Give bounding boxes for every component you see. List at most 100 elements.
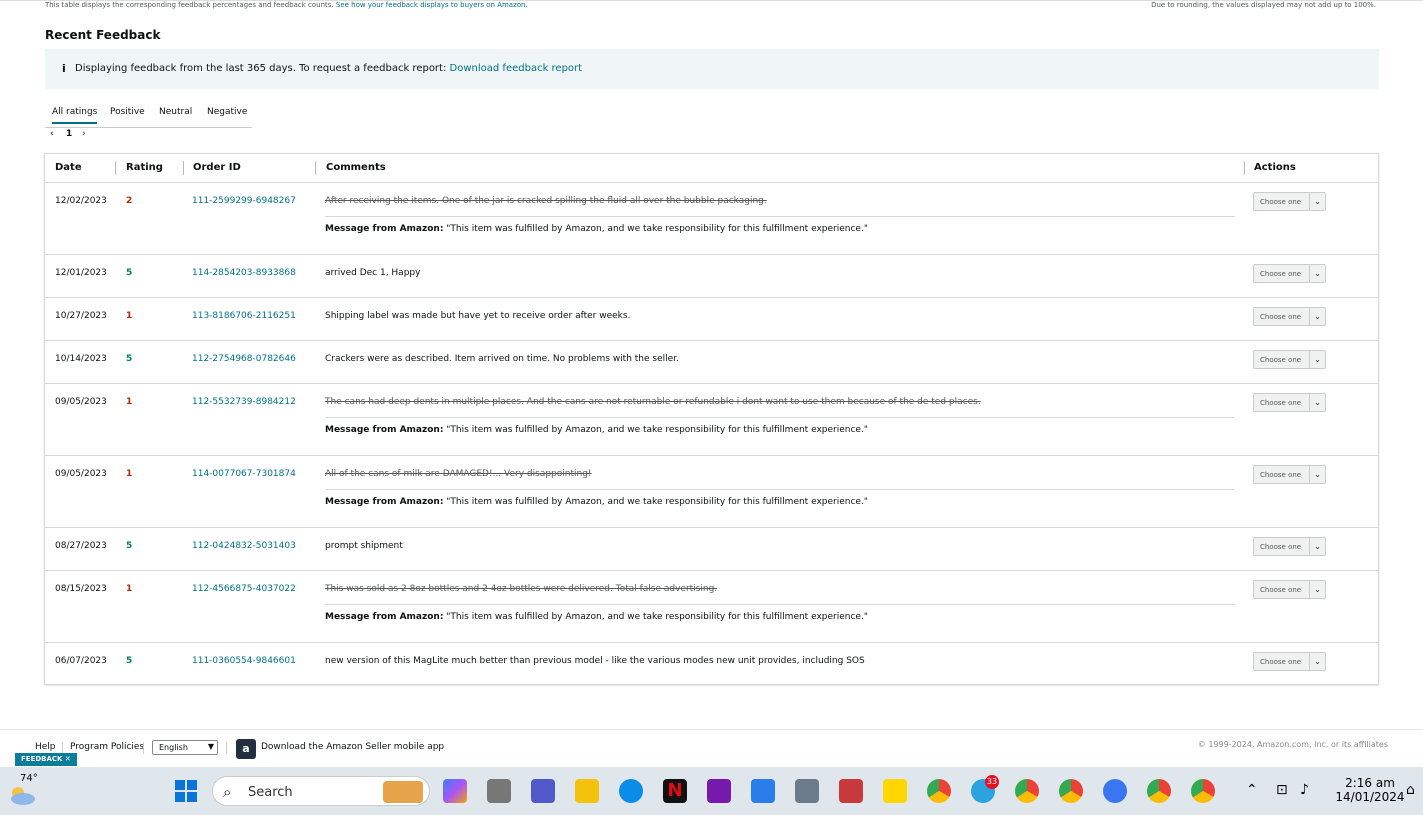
network-icon[interactable]: ⊡ bbox=[1276, 782, 1288, 798]
chevron-down-icon: ⌄ bbox=[1309, 581, 1325, 598]
language-select[interactable]: English ▼ bbox=[152, 740, 218, 755]
amazon-message: Message from Amazon: "This item was fulf… bbox=[325, 224, 868, 234]
calculator-icon[interactable] bbox=[795, 779, 819, 803]
action-select[interactable]: Choose one ⌄ bbox=[1253, 537, 1326, 556]
page: This table displays the corresponding fe… bbox=[0, 0, 1423, 815]
download-app-link[interactable]: Download the Amazon Seller mobile app bbox=[261, 742, 444, 752]
snipping-tool-icon[interactable] bbox=[839, 779, 863, 803]
netflix-icon[interactable]: N bbox=[663, 779, 687, 803]
taskbar: 74° ⌕ Search N 33 ⌃ ⊡ ♪ 2:16 am 14/01/20… bbox=[0, 767, 1423, 815]
info-text: Displaying feedback from the last 365 da… bbox=[75, 63, 582, 74]
action-select[interactable]: Choose one ⌄ bbox=[1253, 393, 1326, 412]
row-rating: 1 bbox=[126, 397, 133, 407]
action-select[interactable]: Choose one ⌄ bbox=[1253, 580, 1326, 599]
chrome-profile-3-icon[interactable] bbox=[1147, 779, 1171, 803]
notepad-icon[interactable] bbox=[751, 779, 775, 803]
feedback-table: Date Rating Order ID Comments Actions 12… bbox=[44, 153, 1379, 685]
row-date: 10/14/2023 bbox=[55, 354, 107, 364]
volume-icon[interactable]: ♪ bbox=[1300, 782, 1309, 798]
tab-all-ratings[interactable]: All ratings bbox=[52, 107, 98, 124]
row-date: 12/02/2023 bbox=[55, 196, 107, 206]
order-id-link[interactable]: 112-0424832-5031403 bbox=[192, 541, 296, 551]
sticky-notes-icon[interactable] bbox=[883, 779, 907, 803]
clock[interactable]: 2:16 am 14/01/2024 bbox=[1335, 776, 1405, 804]
clock-time: 2:16 am bbox=[1345, 776, 1395, 790]
teams-icon[interactable] bbox=[531, 779, 555, 803]
chrome-icon[interactable] bbox=[927, 779, 951, 803]
row-rating: 1 bbox=[126, 469, 133, 479]
notification-icon[interactable]: ⌂ bbox=[1406, 782, 1415, 798]
onenote-icon[interactable] bbox=[707, 779, 731, 803]
row-comment: new version of this MagLite much better … bbox=[325, 656, 865, 666]
order-id-link[interactable]: 114-2854203-8933868 bbox=[192, 268, 296, 278]
task-view-icon[interactable] bbox=[487, 779, 511, 803]
comment-divider bbox=[325, 604, 1235, 605]
info-icon: i bbox=[62, 62, 66, 75]
row-date: 10/27/2023 bbox=[55, 311, 107, 321]
page-number[interactable]: 1 bbox=[66, 129, 72, 139]
row-date: 09/05/2023 bbox=[55, 469, 107, 479]
action-select[interactable]: Choose one ⌄ bbox=[1253, 465, 1326, 484]
chevron-down-icon: ▼ bbox=[207, 742, 214, 751]
order-id-link[interactable]: 111-0360554-9846601 bbox=[192, 656, 296, 666]
order-id-link[interactable]: 112-5532739-8984212 bbox=[192, 397, 296, 407]
signal-icon[interactable] bbox=[1103, 779, 1127, 803]
action-select[interactable]: Choose one ⌄ bbox=[1253, 264, 1326, 283]
chrome-profile-4-icon[interactable] bbox=[1191, 779, 1215, 803]
table-row: 12/01/2023 5 114-2854203-8933868 arrived De… bbox=[45, 255, 1378, 298]
action-select[interactable]: Choose one ⌄ bbox=[1253, 652, 1326, 671]
row-date: 08/15/2023 bbox=[55, 584, 107, 594]
widgets-icon bbox=[383, 781, 423, 803]
chevron-down-icon: ⌄ bbox=[1309, 193, 1325, 210]
search-icon: ⌕ bbox=[223, 783, 232, 801]
chrome-profile-2-icon[interactable] bbox=[1059, 779, 1083, 803]
edge-icon[interactable] bbox=[619, 779, 643, 803]
prev-page-button[interactable]: ‹ bbox=[50, 129, 54, 139]
order-id-link[interactable]: 112-2754968-0782646 bbox=[192, 354, 296, 364]
chrome-profile-icon[interactable] bbox=[1015, 779, 1039, 803]
tab-positive[interactable]: Positive bbox=[110, 107, 145, 117]
action-select-value: Choose one bbox=[1260, 356, 1302, 364]
chevron-down-icon: ⌄ bbox=[1309, 394, 1325, 411]
cloud-icon bbox=[11, 787, 35, 805]
copilot-icon[interactable] bbox=[443, 779, 467, 803]
order-id-link[interactable]: 114-0077067-7301874 bbox=[192, 469, 296, 479]
tab-neutral[interactable]: Neutral bbox=[159, 107, 192, 117]
top-note-text: This table displays the corresponding fe… bbox=[45, 1, 334, 9]
action-select[interactable]: Choose one ⌄ bbox=[1253, 307, 1326, 326]
amazon-message-text: "This item was fulfilled by Amazon, and … bbox=[446, 497, 868, 507]
chevron-down-icon: ⌄ bbox=[1309, 308, 1325, 325]
order-id-link[interactable]: 111-2599299-6948267 bbox=[192, 196, 296, 206]
start-icon[interactable] bbox=[174, 779, 198, 803]
feedback-tab[interactable]: FEEDBACK ✕ bbox=[15, 753, 77, 766]
table-row: 10/14/2023 5 112-2754968-0782646 Crackers w… bbox=[45, 341, 1378, 384]
row-comment: Crackers were as described. Item arrived… bbox=[325, 354, 679, 364]
top-note-link[interactable]: See how your feedback displays to buyers… bbox=[336, 1, 528, 9]
amazon-message-text: "This item was fulfilled by Amazon, and … bbox=[446, 425, 868, 435]
next-page-button[interactable]: › bbox=[82, 129, 86, 139]
row-rating: 5 bbox=[126, 268, 133, 278]
download-report-link[interactable]: Download feedback report bbox=[450, 63, 583, 74]
order-id-link[interactable]: 112-4566875-4037022 bbox=[192, 584, 296, 594]
column-divider bbox=[183, 161, 184, 175]
taskbar-search[interactable]: ⌕ Search bbox=[212, 776, 430, 806]
action-select-value: Choose one bbox=[1260, 399, 1302, 407]
action-select[interactable]: Choose one ⌄ bbox=[1253, 192, 1326, 211]
action-select-value: Choose one bbox=[1260, 270, 1302, 278]
order-id-link[interactable]: 113-8186706-2116251 bbox=[192, 311, 296, 321]
amazon-app-icon[interactable]: a bbox=[236, 739, 256, 759]
footer-divider bbox=[226, 742, 227, 754]
chevron-down-icon: ⌄ bbox=[1309, 265, 1325, 282]
tab-negative[interactable]: Negative bbox=[207, 107, 247, 117]
header-date: Date bbox=[55, 162, 82, 173]
file-explorer-icon[interactable] bbox=[575, 779, 599, 803]
help-link[interactable]: Help bbox=[35, 742, 56, 752]
amazon-message-text: "This item was fulfilled by Amazon, and … bbox=[446, 224, 868, 234]
chevron-down-icon: ⌄ bbox=[1309, 466, 1325, 483]
program-policies-link[interactable]: Program Policies bbox=[70, 742, 144, 752]
amazon-message-label: Message from Amazon: bbox=[325, 497, 444, 507]
action-select-value: Choose one bbox=[1260, 543, 1302, 551]
action-select[interactable]: Choose one ⌄ bbox=[1253, 350, 1326, 369]
top-note-left: This table displays the corresponding fe… bbox=[45, 1, 528, 9]
chevron-up-icon[interactable]: ⌃ bbox=[1246, 782, 1258, 798]
